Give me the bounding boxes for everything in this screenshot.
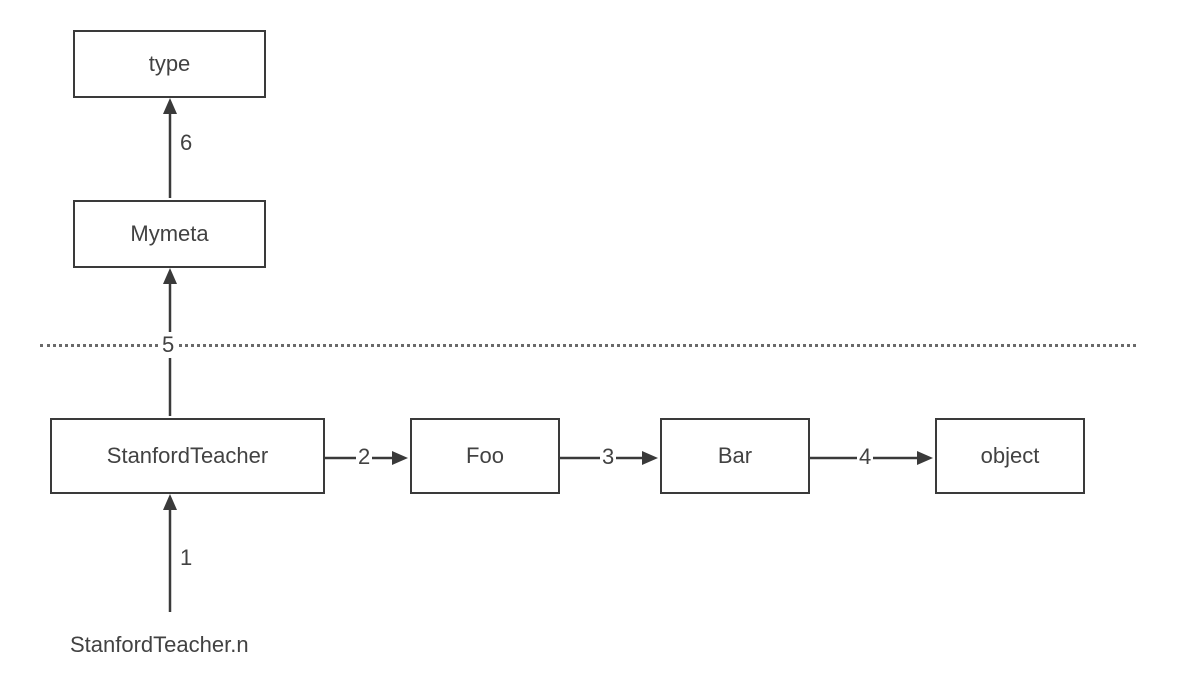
node-type-label: type [149,51,191,77]
edge-3-label: 3 [600,444,616,470]
node-mymeta-label: Mymeta [130,221,208,247]
edge-4-label: 4 [857,444,873,470]
node-object: object [935,418,1085,494]
dotted-divider [40,344,1136,347]
arrow-6 [160,98,180,200]
node-bar-label: Bar [718,443,752,469]
node-bar: Bar [660,418,810,494]
free-text-bottom: StanfordTeacher.n [70,632,249,658]
node-mymeta: Mymeta [73,200,266,268]
edge-2-label: 2 [356,444,372,470]
node-type: type [73,30,266,98]
node-foo-label: Foo [466,443,504,469]
node-object-label: object [981,443,1040,469]
edge-6-label: 6 [178,130,194,156]
node-foo: Foo [410,418,560,494]
node-stanfordteacher: StanfordTeacher [50,418,325,494]
edge-5-label: 5 [160,332,176,358]
arrow-1 [160,494,180,614]
node-stanfordteacher-label: StanfordTeacher [107,443,268,469]
edge-1-label: 1 [178,545,194,571]
